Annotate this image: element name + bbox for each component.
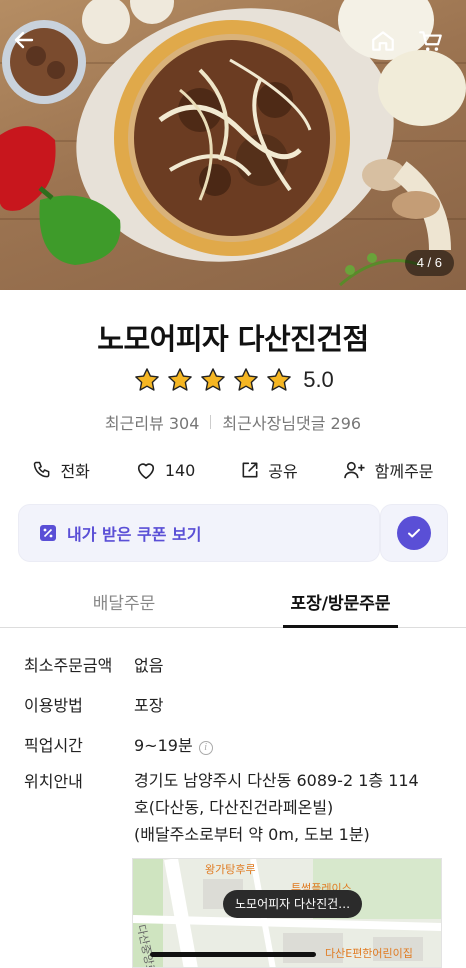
home-indicator [150, 952, 316, 957]
coupon-label: 내가 받은 쿠폰 보기 [67, 525, 202, 544]
rating-row[interactable]: 5.0 [0, 366, 466, 394]
info-icon[interactable]: i [198, 741, 213, 755]
method-value: 포장 [134, 696, 164, 715]
address-line: 경기도 남양주시 다산동 6089-2 1층 114 [134, 771, 419, 790]
store-hero-image[interactable]: 4 / 6 [0, 0, 466, 290]
group-order-button[interactable]: 함께주문 [343, 458, 434, 482]
action-bar: 전화 140 공유 함께주문 [0, 456, 466, 484]
map-poi: 다산E편한어린이집 [325, 947, 413, 960]
home-icon [372, 31, 394, 51]
star-icon [135, 368, 159, 391]
home-button[interactable] [370, 28, 406, 64]
coupon-banner[interactable]: 내가 받은 쿠폰 보기 [18, 504, 380, 562]
coupon-check-button[interactable] [380, 504, 448, 562]
cart-icon [419, 31, 442, 51]
owner-replies-link[interactable]: 최근사장님댓글 296 [222, 410, 361, 434]
review-summary: 최근리뷰 304 최근사장님댓글 296 [0, 410, 466, 434]
pickup-time-value-wrap: 9~19분 i [134, 732, 444, 759]
rating-value: 5.0 [303, 367, 334, 392]
share-icon [242, 462, 258, 478]
map-poi: 왕가탕후루 [205, 863, 256, 876]
min-order-value: 없음 [134, 656, 164, 675]
star-icon [267, 368, 291, 391]
method-label: 이용방법 [24, 696, 83, 715]
phone-icon [34, 461, 50, 478]
add-user-icon [343, 461, 365, 479]
share-button[interactable]: 공유 [240, 458, 298, 482]
recent-reviews-link[interactable]: 최근리뷰 304 [105, 410, 200, 434]
cart-button[interactable] [418, 28, 454, 64]
group-order-label: 함께주문 [374, 462, 434, 481]
tab-pickup[interactable]: 포장/방문주문 [283, 584, 398, 628]
store-name: 노모어피자 다산진건점 [97, 322, 369, 356]
store-map-bubble[interactable]: 노모어피자 다산진건… [223, 890, 363, 918]
order-type-tabs: 배달주문 포장/방문주문 [0, 584, 466, 628]
heart-icon [137, 463, 154, 479]
star-icon [201, 368, 225, 391]
star-icon [168, 368, 192, 391]
call-label: 전화 [60, 462, 90, 481]
pickup-time-label: 픽업시간 [24, 736, 83, 755]
like-count: 140 [164, 460, 196, 480]
location-label: 위치안내 [24, 772, 83, 791]
image-counter: 4 / 6 [404, 250, 454, 276]
min-order-label: 최소주문금액 [24, 656, 113, 675]
distance-text: (배달주소로부터 약 0m, 도보 1분) [134, 825, 370, 844]
pickup-time-value: 9~19분 [134, 736, 193, 755]
divider [210, 415, 212, 429]
check-icon [408, 528, 420, 538]
address: 경기도 남양주시 다산동 6089-2 1층 114 호(다산동, 다산진건라페… [134, 767, 444, 848]
address-line: 호(다산동, 다산진건라페온빌) [134, 798, 334, 817]
tab-delivery[interactable]: 배달주문 [52, 584, 196, 628]
back-button[interactable] [12, 28, 48, 64]
like-button[interactable]: 140 [135, 460, 196, 480]
call-button[interactable]: 전화 [32, 458, 90, 482]
coupon-icon [40, 525, 56, 541]
share-label: 공유 [268, 462, 298, 481]
star-icon [234, 368, 258, 391]
arrow-left-icon [14, 31, 34, 49]
check-badge [397, 516, 431, 550]
